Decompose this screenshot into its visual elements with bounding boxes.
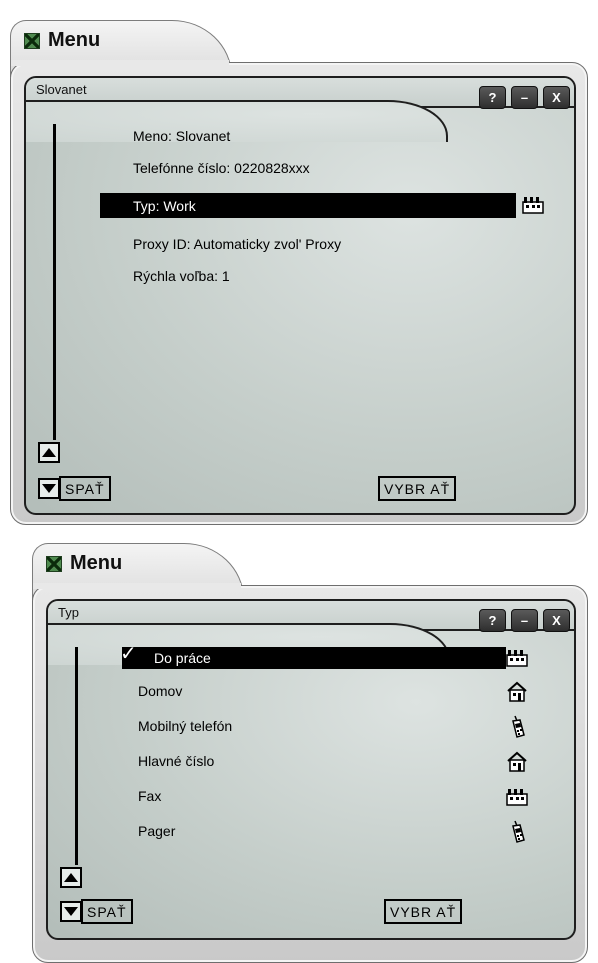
list-item-label: Typ: Work — [133, 197, 196, 214]
factory-icon — [506, 647, 528, 667]
list-item-label: Do práce — [154, 650, 211, 666]
minimize-button[interactable]: – — [511, 609, 538, 632]
menu-window-type: Menu Typ ? – X ✓ Do práce Domov Mobilný … — [32, 543, 588, 963]
mobile-phone-icon — [510, 820, 526, 844]
list-item-home[interactable]: Domov — [138, 683, 182, 699]
factory-icon — [522, 194, 544, 214]
factory-icon — [506, 785, 528, 807]
list-item-work-selected[interactable]: Do práce — [122, 647, 506, 669]
menu-window-contact: Menu Slovanet ? – X Meno: Slovanet Telef… — [10, 20, 588, 525]
window-title: Menu — [46, 552, 122, 575]
scroll-up-button[interactable] — [38, 442, 60, 463]
screen-title: Slovanet — [36, 82, 87, 97]
select-button[interactable]: VYBR AŤ — [384, 899, 463, 924]
scroll-down-button[interactable] — [38, 478, 60, 499]
arrow-down-icon — [42, 484, 56, 493]
arrow-up-icon — [64, 873, 78, 882]
phone-screen: Typ ? – X ✓ Do práce Domov Mobilný telef… — [46, 599, 576, 940]
back-button[interactable]: SPAŤ — [81, 899, 133, 924]
list-item-type-selected[interactable]: Typ: Work — [100, 193, 516, 218]
app-icon — [46, 555, 62, 572]
arrow-down-icon — [64, 907, 78, 916]
close-button[interactable]: X — [543, 609, 570, 632]
house-icon — [506, 681, 528, 703]
window-title-text: Menu — [48, 29, 101, 51]
house-icon — [506, 751, 528, 773]
app-icon — [24, 32, 40, 49]
list-item-speed-dial[interactable]: Rýchla voľba: 1 — [133, 268, 230, 284]
window-title: Menu — [24, 29, 100, 52]
list-item-phone[interactable]: Telefónne číslo: 0220828xxx — [133, 160, 310, 176]
window-title-text: Menu — [70, 552, 123, 574]
phone-screen: Slovanet ? – X Meno: Slovanet Telefónne … — [24, 76, 576, 515]
list-item-pager[interactable]: Pager — [138, 823, 175, 839]
scroll-down-button[interactable] — [60, 901, 82, 922]
list-item-fax[interactable]: Fax — [138, 788, 161, 804]
help-button[interactable]: ? — [479, 86, 506, 109]
scroll-track[interactable] — [53, 124, 56, 440]
select-button[interactable]: VYBR AŤ — [378, 476, 457, 501]
list-item-main-number[interactable]: Hlavné číslo — [138, 753, 214, 769]
checkmark-icon: ✓ — [120, 641, 137, 665]
scroll-up-button[interactable] — [60, 867, 82, 888]
window-controls: ? – X — [479, 609, 570, 632]
close-button[interactable]: X — [543, 86, 570, 109]
list-item-mobile[interactable]: Mobilný telefón — [138, 718, 232, 734]
list-item-name[interactable]: Meno: Slovanet — [133, 128, 230, 144]
back-button[interactable]: SPAŤ — [59, 476, 111, 501]
help-button[interactable]: ? — [479, 609, 506, 632]
screen-title: Typ — [58, 605, 79, 620]
scroll-track[interactable] — [75, 647, 78, 865]
mobile-phone-icon — [510, 715, 526, 739]
window-controls: ? – X — [479, 86, 570, 109]
minimize-button[interactable]: – — [511, 86, 538, 109]
list-item-proxy[interactable]: Proxy ID: Automaticky zvol' Proxy — [133, 236, 341, 252]
arrow-up-icon — [42, 448, 56, 457]
